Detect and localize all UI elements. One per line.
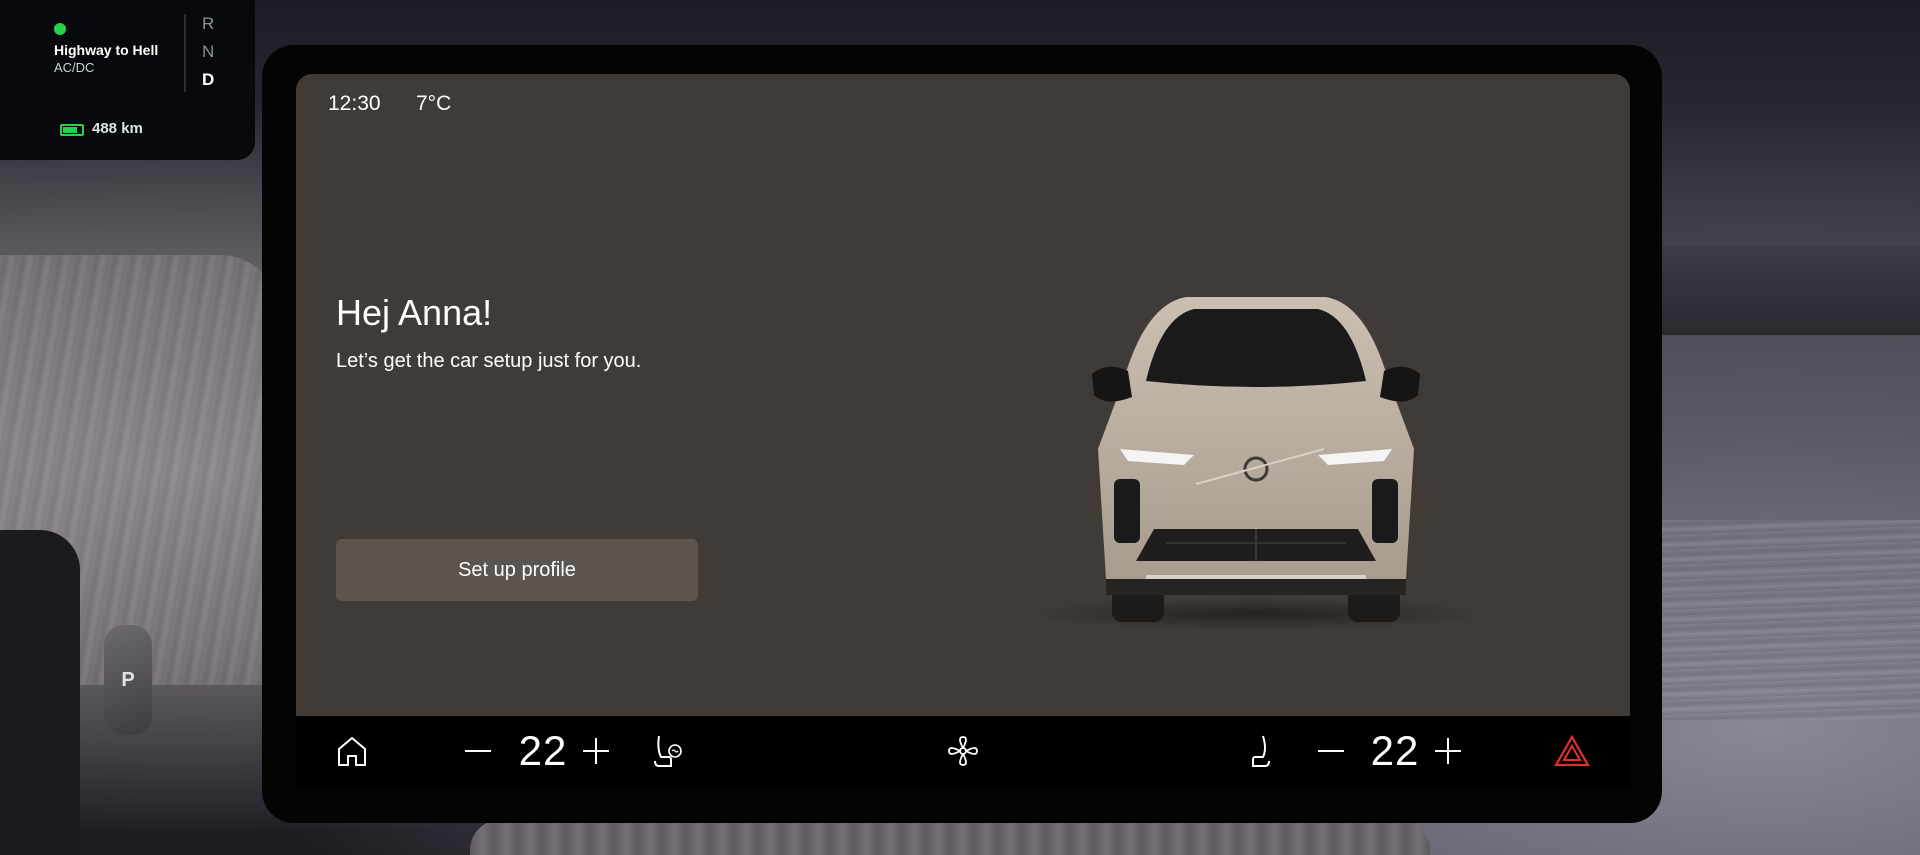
driver-temperature: 22 [518,727,568,774]
seat-heating-icon [654,735,682,767]
welcome-greeting: Hej Anna! [336,292,493,333]
hazard-warning-icon [1554,735,1590,767]
driver-temp-decrease-button[interactable] [456,716,500,786]
car-front-image [1036,297,1476,629]
home-icon [338,736,366,766]
now-playing-indicator [54,23,66,35]
status-temperature: 7°C [416,92,452,115]
seat-backrest [470,820,1430,855]
passenger-temperature: 22 [1370,727,1420,774]
now-playing-song: Highway to Hell [54,42,159,58]
climate-bar: 22 22 [296,716,1630,786]
park-lever-label: P [121,668,135,691]
dashboard-trim [1650,245,1920,335]
minus-icon [1318,750,1344,752]
fan-icon [948,736,978,766]
driver-temp-increase-button[interactable] [574,716,618,786]
welcome-subtitle: Let’s get the car setup just for you. [336,350,642,372]
driver-display-divider [184,14,186,92]
seat-icon [1252,735,1270,767]
steering-wheel [0,530,80,855]
passenger-temp-increase-button[interactable] [1426,716,1470,786]
battery-level-fill [63,127,77,133]
home-button[interactable] [330,716,374,786]
park-lever[interactable]: P [104,625,152,735]
range-readout: 488 km [92,120,143,137]
set-up-profile-button[interactable]: Set up profile [336,539,698,601]
hazard-button[interactable] [1550,716,1594,786]
driver-display: Highway to Hell AC/DC R N D 488 km [0,0,255,160]
fan-button[interactable] [941,716,985,786]
status-time: 12:30 [328,92,381,115]
gear-neutral: N [202,42,215,61]
plus-icon [583,738,609,764]
minus-icon [465,750,491,752]
seat-heating-button[interactable] [646,716,690,786]
gear-reverse: R [202,14,215,33]
plus-icon [1435,738,1461,764]
now-playing-artist: AC/DC [54,60,95,75]
gear-drive: D [202,70,215,89]
fabric-trim-right [1660,520,1920,720]
passenger-seat-button[interactable] [1236,716,1280,786]
center-display-screen: 12:30 7°C Hej Anna! Let’s get the car se… [296,74,1630,716]
passenger-temp-decrease-button[interactable] [1309,716,1353,786]
battery-icon [60,124,84,136]
